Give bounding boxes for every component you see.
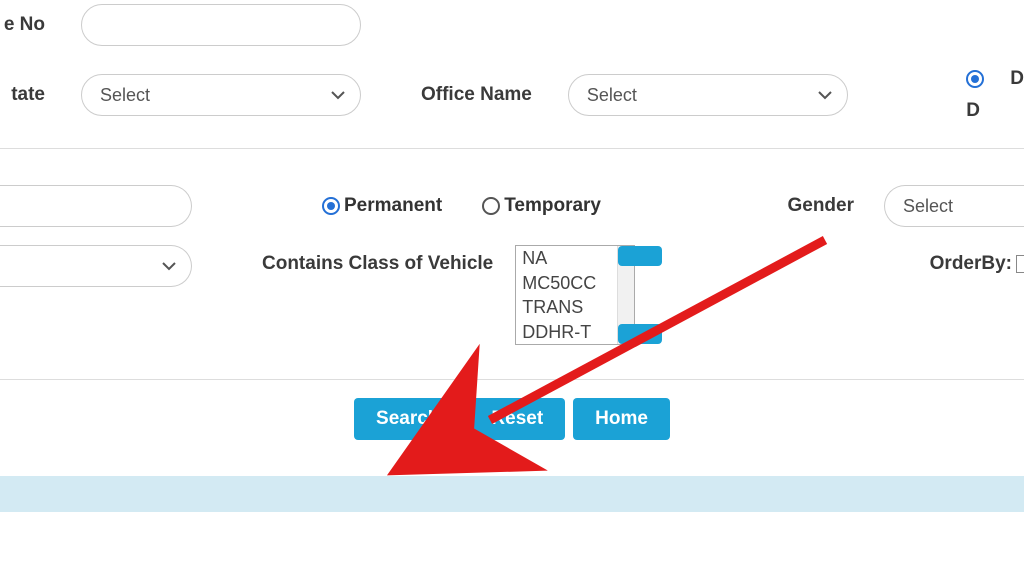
multiselect-class-vehicle[interactable]: NA MC50CC TRANS DDHR-T [515, 245, 635, 345]
radio-dot-icon [322, 197, 340, 215]
chevron-down-icon [817, 87, 833, 103]
radio-dot-icon [966, 70, 984, 88]
checkbox-orderby[interactable] [1016, 255, 1024, 273]
label-gender: Gender [727, 195, 854, 217]
search-button[interactable]: Search [354, 398, 461, 440]
radio-permanent[interactable]: Permanent [322, 195, 442, 217]
scrollbar[interactable] [617, 246, 634, 344]
scroll-down-icon[interactable] [618, 324, 662, 344]
radio-temporary[interactable]: Temporary [482, 195, 601, 217]
label-right-bottom: D [966, 100, 980, 121]
chevron-down-icon [161, 258, 177, 274]
select-state[interactable]: Select [81, 74, 361, 116]
label-no: e No [0, 14, 45, 36]
scroll-up-icon[interactable] [618, 246, 662, 266]
select-left-cut[interactable] [0, 245, 192, 287]
label-class-vehicle: Contains Class of Vehicle [262, 253, 493, 275]
input-left-cut[interactable] [0, 185, 192, 227]
label-orderby: OrderBy: [930, 253, 1012, 275]
reset-button[interactable]: Reset [469, 398, 565, 440]
select-gender-value: Select [903, 196, 953, 217]
home-button[interactable]: Home [573, 398, 670, 440]
label-right-top: D [1010, 68, 1024, 90]
label-office-name: Office Name [421, 84, 532, 106]
radio-right-top[interactable] [966, 70, 988, 88]
radio-circle-icon [482, 197, 500, 215]
chevron-down-icon [330, 87, 346, 103]
select-state-value: Select [100, 85, 150, 106]
select-gender[interactable]: Select [884, 185, 1024, 227]
select-office[interactable]: Select [568, 74, 848, 116]
radio-permanent-label: Permanent [344, 195, 442, 217]
radio-temporary-label: Temporary [504, 195, 601, 217]
select-office-value: Select [587, 85, 637, 106]
footer-band [0, 476, 1024, 512]
input-no[interactable] [81, 4, 361, 46]
label-state: tate [0, 84, 45, 106]
